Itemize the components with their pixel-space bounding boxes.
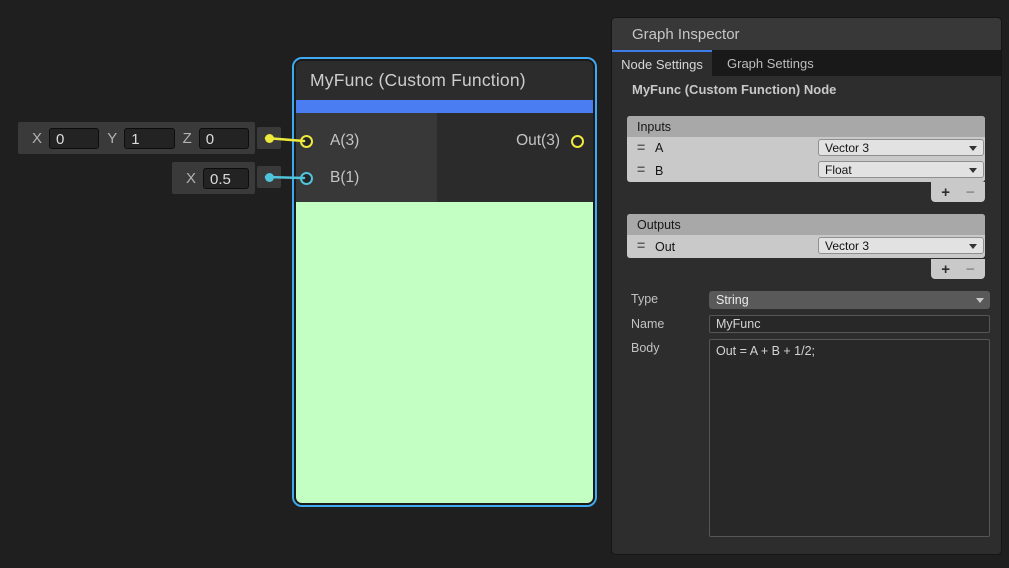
outputs-list-footer: + − xyxy=(931,259,985,279)
output-out-name: Out xyxy=(655,240,675,254)
port-a-icon[interactable] xyxy=(300,135,313,148)
drag-handle-icon[interactable]: = xyxy=(637,161,645,177)
add-input-button[interactable]: + xyxy=(941,185,950,200)
inspected-node-label: MyFunc (Custom Function) Node xyxy=(632,82,836,97)
inputs-list-footer: + − xyxy=(931,182,985,202)
output-out-type-value: Vector 3 xyxy=(825,239,869,253)
tab-graph-settings[interactable]: Graph Settings xyxy=(712,50,829,76)
drag-handle-icon[interactable]: = xyxy=(637,139,645,155)
port-a-label: A(3) xyxy=(330,132,359,150)
x-field-value[interactable]: 0 xyxy=(49,128,99,149)
vector3-connector-dot-icon xyxy=(265,134,274,143)
vector3-widget-connector xyxy=(257,127,281,149)
x-field-label: X xyxy=(186,170,196,187)
input-b-type-dropdown[interactable]: Float xyxy=(818,161,984,178)
graph-inspector-header[interactable]: Graph Inspector xyxy=(612,18,1001,50)
chevron-down-icon xyxy=(969,168,977,173)
port-b-label: B(1) xyxy=(330,169,359,187)
x-field-value[interactable]: 0.5 xyxy=(203,168,249,189)
graph-inspector-panel: Graph Inspector Node Settings Graph Sett… xyxy=(612,18,1001,554)
chevron-down-icon xyxy=(976,298,984,303)
node-body: MyFunc (Custom Function) A(3) B(1) Out(3… xyxy=(294,59,595,505)
name-input[interactable] xyxy=(709,315,990,333)
node-title[interactable]: MyFunc (Custom Function) xyxy=(296,61,593,100)
float-input-widget: X 0.5 xyxy=(172,162,255,194)
port-row-a: A(3) xyxy=(300,128,359,154)
outputs-section-title: Outputs xyxy=(627,214,985,235)
node-ports-area: A(3) B(1) Out(3) xyxy=(296,113,593,202)
chevron-down-icon xyxy=(969,244,977,249)
outputs-section: Outputs = Out Vector 3 xyxy=(627,214,985,258)
inspector-tab-bar: Node Settings Graph Settings xyxy=(612,50,1001,76)
inputs-section-title: Inputs xyxy=(627,116,985,137)
type-dropdown[interactable]: String xyxy=(709,291,990,309)
port-row-out: Out(3) xyxy=(516,128,584,154)
remove-input-button[interactable]: − xyxy=(966,185,975,200)
graph-inspector-title: Graph Inspector xyxy=(632,26,740,43)
input-b-type-value: Float xyxy=(825,163,852,177)
node-preview[interactable] xyxy=(296,202,593,503)
type-value: String xyxy=(716,293,749,307)
node-title-accent-bar xyxy=(296,100,593,113)
inputs-section: Inputs = A Vector 3 = B Float xyxy=(627,116,985,182)
inspector-content: MyFunc (Custom Function) Node Inputs = A… xyxy=(612,76,1001,554)
remove-output-button[interactable]: − xyxy=(966,262,975,277)
port-row-b: B(1) xyxy=(300,165,359,191)
float-connector-dot-icon xyxy=(265,173,274,182)
type-label: Type xyxy=(631,292,658,306)
output-out-type-dropdown[interactable]: Vector 3 xyxy=(818,237,984,254)
y-field-label: Y xyxy=(107,130,117,147)
shader-graph-window: X 0 Y 1 Z 0 X 0.5 MyFunc (Custom Functio… xyxy=(0,0,1009,568)
x-field-label: X xyxy=(32,130,42,147)
port-out-label: Out(3) xyxy=(516,132,560,150)
body-textarea[interactable]: Out = A + B + 1/2; xyxy=(709,339,990,537)
chevron-down-icon xyxy=(969,146,977,151)
tab-node-settings[interactable]: Node Settings xyxy=(612,50,712,76)
add-output-button[interactable]: + xyxy=(941,262,950,277)
name-label: Name xyxy=(631,317,664,331)
input-a-type-value: Vector 3 xyxy=(825,141,869,155)
body-label: Body xyxy=(631,341,660,355)
port-out-icon[interactable] xyxy=(571,135,584,148)
vector3-input-widget: X 0 Y 1 Z 0 xyxy=(18,122,255,154)
float-widget-connector xyxy=(257,166,281,188)
custom-function-node[interactable]: MyFunc (Custom Function) A(3) B(1) Out(3… xyxy=(292,57,597,507)
output-row-out[interactable]: = Out Vector 3 xyxy=(627,235,985,258)
input-b-name: B xyxy=(655,164,663,178)
input-row-a[interactable]: = A Vector 3 xyxy=(627,137,985,159)
drag-handle-icon[interactable]: = xyxy=(637,237,645,253)
port-b-icon[interactable] xyxy=(300,172,313,185)
input-a-type-dropdown[interactable]: Vector 3 xyxy=(818,139,984,156)
y-field-value[interactable]: 1 xyxy=(124,128,174,149)
input-row-b[interactable]: = B Float xyxy=(627,159,985,182)
z-field-label: Z xyxy=(183,130,192,147)
z-field-value[interactable]: 0 xyxy=(199,128,249,149)
input-a-name: A xyxy=(655,141,663,155)
